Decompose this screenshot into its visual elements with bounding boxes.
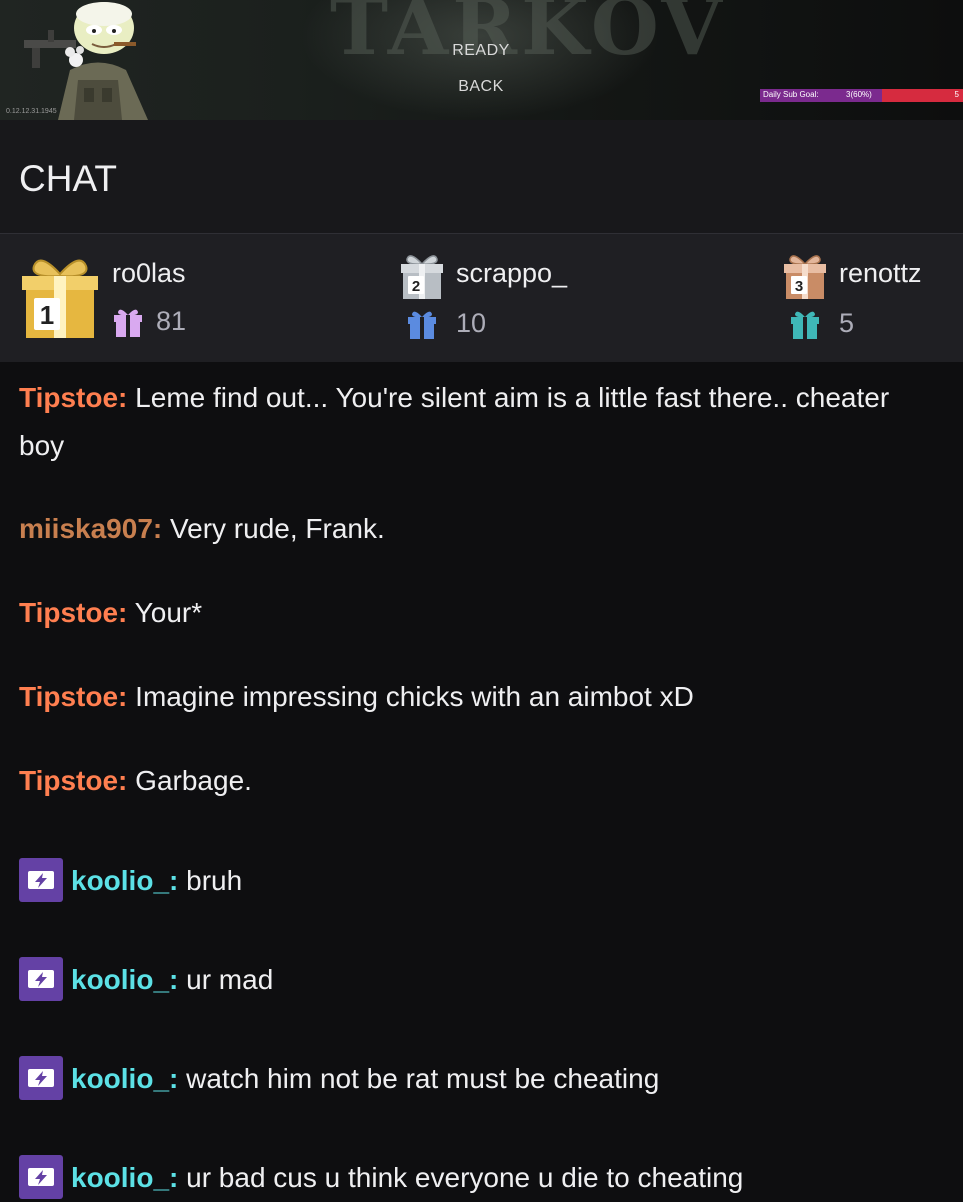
chat-message: koolio_: bruh [19,857,939,905]
svg-text:3: 3 [795,278,803,295]
gold-gift-rank-icon: 1 [22,259,98,338]
chat-username[interactable]: Tipstoe: [19,765,127,796]
chat-username[interactable]: Tipstoe: [19,382,127,413]
sub-goal-bar: Daily Sub Goal: 3(60%) 5 [760,89,963,102]
leader-count-1: 81 [156,306,187,336]
chat-username[interactable]: Tipstoe: [19,681,127,712]
chat-text: Imagine impressing chicks with an aimbot… [135,681,694,712]
streamer-avatar [24,2,148,120]
leaderboard-entry-3[interactable]: 3 renottz 5 [783,252,958,342]
svg-text:2: 2 [412,278,420,295]
chat-message: koolio_: ur mad [19,956,939,1004]
gift-icon [114,309,142,337]
svg-text:1: 1 [40,300,54,330]
prime-gaming-icon[interactable] [19,956,63,1001]
prime-gaming-icon[interactable] [19,1154,63,1199]
stream-video[interactable]: TARKOV READY BACK 0.12.12.31.1945 Daily … [0,0,963,120]
silver-gift-rank-icon: 2 [401,255,443,299]
chat-text: ur mad [186,964,274,995]
gift-icon [408,311,436,339]
chat-text: watch him not be rat must be cheating [186,1063,660,1094]
menu-back: BACK [458,78,504,95]
chat-message: miiska907: Very rude, Frank. [19,505,939,553]
sub-goal-label: Daily Sub Goal: [763,90,819,99]
leader-name-1: ro0las [112,258,186,288]
menu-ready: READY [452,42,510,59]
chat-username[interactable]: miiska907: [19,513,162,544]
chat-text: Your* [134,597,203,628]
chat-text: Leme find out... You're silent aim is a … [19,382,890,461]
sub-goal-target: 5 [954,90,959,99]
chat-text: Garbage. [135,765,252,796]
leaderboard-entry-2[interactable]: 2 scrappo_ 10 [400,252,660,342]
chat-header: CHAT [0,120,963,234]
chat-username[interactable]: koolio_: [71,964,178,995]
chat-username[interactable]: koolio_: [71,1063,178,1094]
chat-message: koolio_: ur bad cus u think everyone u d… [19,1154,939,1202]
chat-message: Tipstoe: Imagine impressing chicks with … [19,673,939,721]
gift-leaderboard[interactable]: 1 ro0las 81 2 scrappo_ 10 3 renottz 5 [0,234,963,362]
leader-count-3: 5 [839,308,855,338]
game-version: 0.12.12.31.1945 [6,108,57,115]
sub-goal-current: 3(60%) [846,90,872,99]
chat-title: CHAT [19,158,117,199]
leader-name-3: renottz [839,258,922,288]
gift-icon [791,311,819,339]
chat-text: ur bad cus u think everyone u die to che… [186,1162,744,1193]
prime-gaming-icon[interactable] [19,857,63,902]
chat-message: koolio_: watch him not be rat must be ch… [19,1055,939,1103]
chat-message-list[interactable]: Tipstoe: Leme find out... You're silent … [0,362,963,1200]
chat-text: bruh [186,865,243,896]
leader-name-2: scrappo_ [456,258,568,288]
chat-message: Tipstoe: Garbage. [19,757,939,805]
chat-message: Tipstoe: Your* [19,589,939,637]
chat-username[interactable]: koolio_: [71,865,178,896]
chat-username[interactable]: koolio_: [71,1162,178,1193]
prime-gaming-icon[interactable] [19,1055,63,1100]
chat-message: Tipstoe: Leme find out... You're silent … [19,374,939,470]
leaderboard-entry-1[interactable]: 1 ro0las 81 [20,252,280,342]
game-logo: TARKOV [330,0,726,73]
bronze-gift-rank-icon: 3 [784,255,826,299]
leader-count-2: 10 [456,308,487,338]
chat-username[interactable]: Tipstoe: [19,597,127,628]
chat-text: Very rude, Frank. [170,513,385,544]
